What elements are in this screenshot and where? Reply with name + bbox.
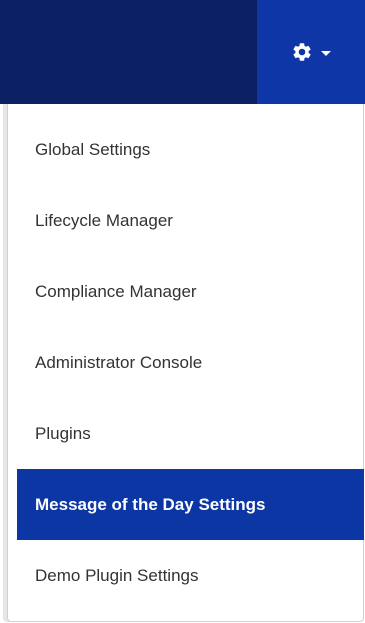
menu-item-administrator-console[interactable]: Administrator Console	[8, 327, 363, 398]
menu-item-compliance-manager[interactable]: Compliance Manager	[8, 256, 363, 327]
menu-item-demo-plugin-settings[interactable]: Demo Plugin Settings	[8, 540, 363, 611]
menu-item-global-settings[interactable]: Global Settings	[8, 114, 363, 185]
caret-down-icon	[321, 50, 331, 56]
settings-dropdown-toggle[interactable]	[257, 0, 365, 104]
menu-item-plugins[interactable]: Plugins	[8, 398, 363, 469]
gear-icon	[293, 43, 311, 61]
menu-item-lifecycle-manager[interactable]: Lifecycle Manager	[8, 185, 363, 256]
settings-dropdown-menu: Global Settings Lifecycle Manager Compli…	[7, 104, 364, 622]
top-navbar	[0, 0, 365, 104]
menu-item-message-of-the-day-settings[interactable]: Message of the Day Settings	[17, 469, 364, 540]
